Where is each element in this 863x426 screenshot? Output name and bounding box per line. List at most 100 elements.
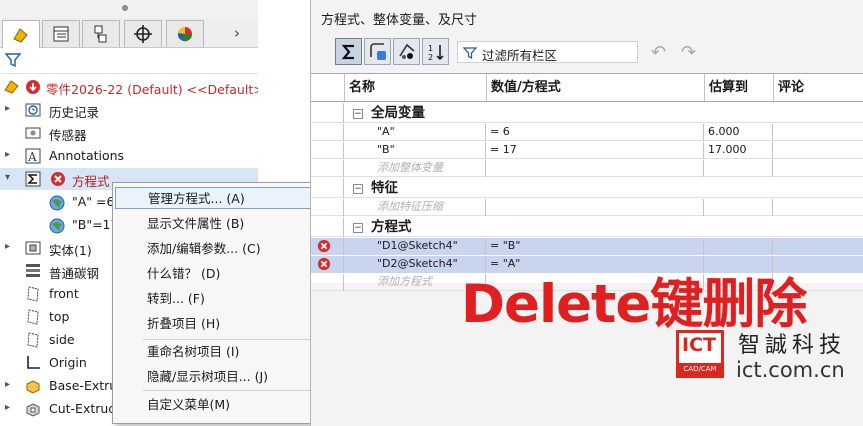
filter-all-fields-box[interactable]: 过滤所有栏区 [457,41,638,63]
chevron-down-icon[interactable]: ▾ [5,172,10,183]
part-root-node[interactable]: 零件2026-22 (Default) <<Default> [0,76,258,98]
table-row[interactable]: "A" = 6 6.000 [311,124,863,141]
logo-text: ICT [682,334,716,356]
equation-view-button[interactable] [335,38,362,65]
global-variable-icon [48,217,66,238]
menu-item-rename-tree-item[interactable]: 重命名树项目 (I) [115,341,327,363]
tree-filter-row [0,48,258,74]
section-title-text: 方程式 [371,219,412,235]
tab-configuration-manager[interactable] [82,20,120,47]
cell-comment[interactable] [774,238,863,255]
column-header-evaluates-to[interactable]: 估算到 [705,74,774,102]
menu-item-add-edit-parameters[interactable]: 添加/编辑参数... (C) [115,238,327,260]
equations-folder-icon [24,170,42,188]
tree-item-label: front [49,286,79,301]
undo-icon[interactable]: ↶ [651,42,666,63]
row-header-corner [311,74,345,102]
menu-item-what-is-wrong[interactable]: 什么错？ (D) [115,263,327,285]
tree-item-label: 实体(1) [49,243,92,258]
cell-value[interactable]: = "B" [487,238,704,255]
section-header[interactable]: − 全局变量 [311,103,863,123]
table-row[interactable]: "B" = 17 17.000 [311,142,863,159]
tree-item-0[interactable]: ▸ 历史记录 [0,99,258,121]
tab-property-manager[interactable] [42,20,80,47]
menu-item-customize-menu[interactable]: 自定义菜单(M) [115,394,327,416]
add-row[interactable]: 添加整体变量 [311,160,863,177]
row-header [311,217,344,237]
history-folder-icon [24,101,42,119]
collapse-toggle-icon[interactable]: − [353,223,363,233]
extrude-icon [24,377,42,395]
section-header[interactable]: − 特征 [311,178,863,198]
cell-name[interactable]: "A" [345,124,486,141]
menu-item-hide-show-tree-items[interactable]: 隐藏/显示树项目... (J) [115,366,327,388]
cell-name[interactable]: "D1@Sketch4" [345,238,486,255]
tree-item-label: 方程式 [72,174,110,189]
cell-evaluates-to: 6.000 [705,124,773,141]
menu-item-show-file-properties[interactable]: 显示文件属性 (B) [115,213,327,235]
chevron-right-icon[interactable]: ▸ [5,149,10,160]
error-icon [50,171,66,190]
cell-empty [774,199,863,216]
add-placeholder[interactable]: 添加整体变量 [345,160,486,177]
table-row[interactable]: "D1@Sketch4" = "B" [311,238,863,255]
chevron-right-icon[interactable]: ▸ [5,402,10,413]
tab-feature-manager[interactable] [2,20,40,48]
redo-icon[interactable]: ↷ [681,42,696,63]
part-name: 零件2026-22 (Default) <<Default> [46,82,258,97]
solid-bodies-icon [24,239,42,257]
column-header-value[interactable]: 数值/方程式 [487,74,705,102]
tree-item-label: top [49,309,70,324]
menu-item-manage-equations[interactable]: 管理方程式... (A) [115,187,327,209]
chevron-right-icon[interactable]: ▸ [5,379,10,390]
menu-item-collapse-items[interactable]: 折叠项目 (H) [115,313,327,335]
feature-manager-icon [13,27,28,43]
row-header [311,238,344,255]
filter-icon[interactable] [4,51,22,69]
cell-value[interactable]: = 17 [487,142,704,159]
annotations-icon: A [24,147,42,165]
cell-name[interactable]: "B" [345,142,486,159]
chevron-right-icon[interactable]: ▸ [5,241,10,252]
cell-value[interactable]: = 6 [487,124,704,141]
tab-dimxpert-manager[interactable] [124,20,162,47]
cell-comment[interactable] [774,142,863,159]
panel-grip-handle[interactable] [122,5,128,11]
collapse-toggle-icon[interactable]: − [353,109,363,119]
ict-logo: ICT CAD/CAM [676,330,724,378]
row-header [311,124,344,141]
row-header [311,178,344,198]
dimension-view-icon [398,43,415,59]
error-icon [317,239,331,256]
tab-display-manager[interactable] [166,20,204,47]
ordered-view-button[interactable]: 12 [422,38,449,65]
menu-item-go-to[interactable]: 转到... (F) [115,288,327,310]
dimension-view-button[interactable] [393,38,420,65]
display-manager-icon [177,27,193,42]
section-title-text: 特征 [371,180,398,196]
section-header[interactable]: − 方程式 [311,217,863,237]
add-placeholder[interactable]: 添加特征压缩 [345,199,486,216]
tree-item-1[interactable]: 传感器 [0,122,258,144]
company-url: ict.com.cn [736,358,845,382]
row-header [311,274,344,291]
sketch-equation-view-button[interactable] [364,38,391,65]
column-header-comment[interactable]: 评论 [774,74,863,102]
cell-empty [774,178,863,198]
collapse-toggle-icon[interactable]: − [353,184,363,194]
add-row[interactable]: 添加特征压缩 [311,199,863,216]
column-header-name[interactable]: 名称 [345,74,487,102]
tree-item-annotations[interactable]: ▸ A Annotations [0,145,258,167]
section-title: − 特征 [345,178,765,198]
section-title-text: 全局变量 [371,105,425,121]
row-header [311,256,344,273]
cell-comment[interactable] [774,124,863,141]
crosshair-icon [134,25,152,43]
svg-text:A: A [27,150,37,164]
global-variable-icon [48,194,66,215]
plane-icon [24,285,42,303]
chevron-right-icon[interactable]: › [234,24,240,42]
row-header [311,103,344,123]
chevron-right-icon[interactable]: ▸ [5,103,10,114]
part-icon [4,80,19,94]
